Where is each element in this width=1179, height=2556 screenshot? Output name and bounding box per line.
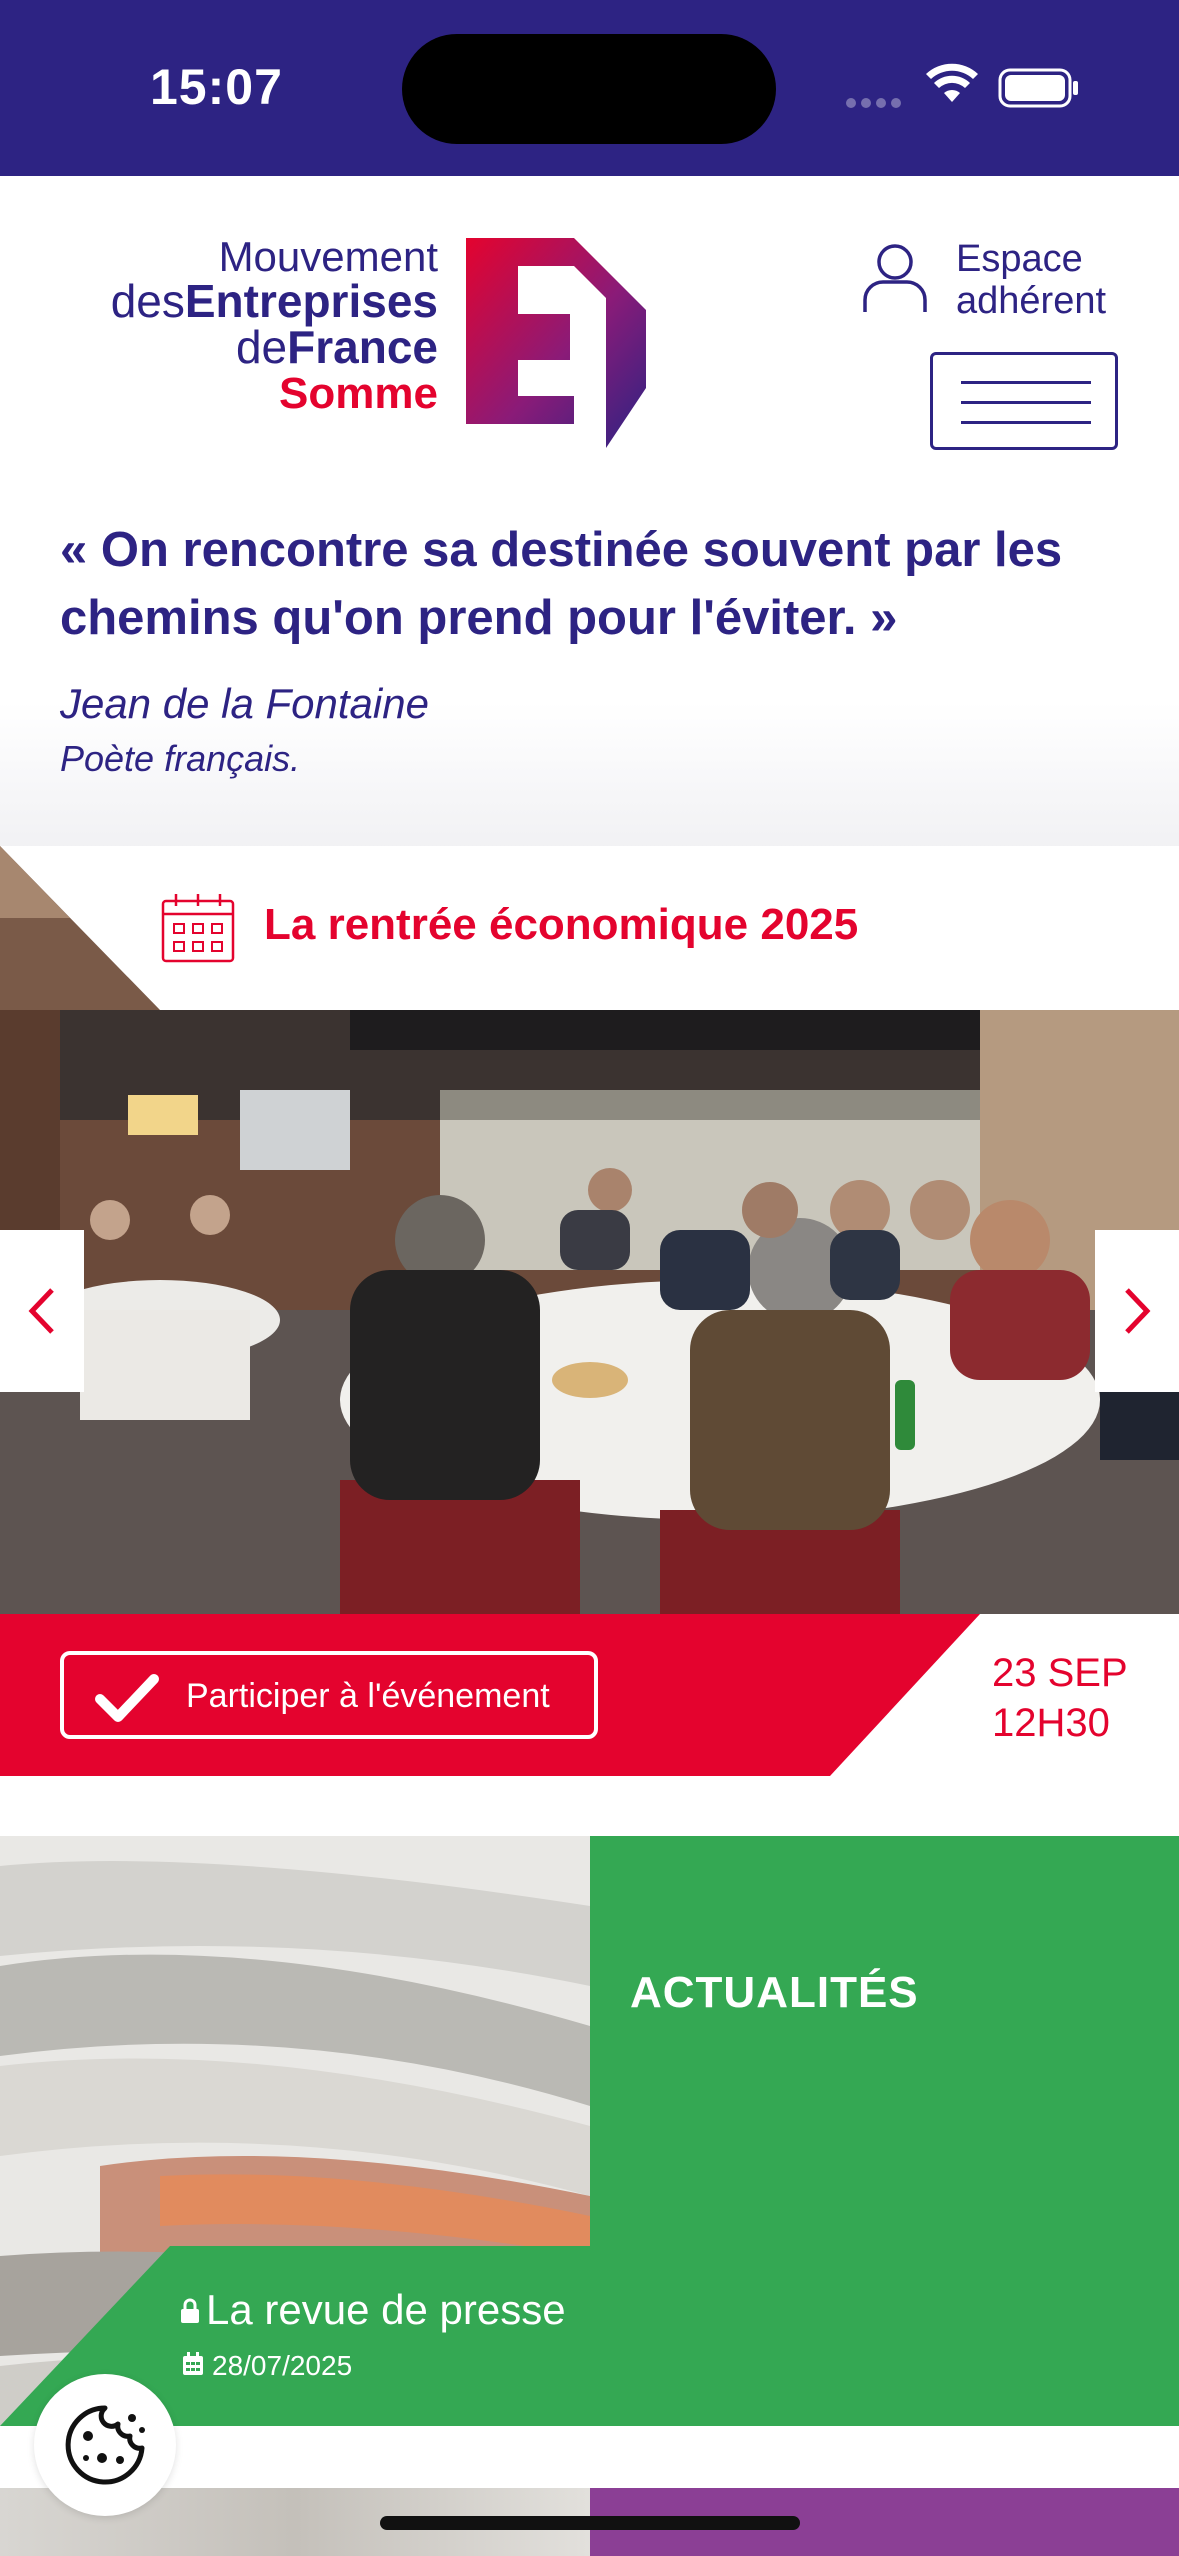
logo-e-mark-icon: [466, 238, 646, 448]
carousel-prev-button[interactable]: [0, 1230, 84, 1392]
participate-button[interactable]: Participer à l'événement: [60, 1651, 598, 1739]
quote-author: Jean de la Fontaine: [60, 680, 429, 727]
news-item-title: La revue de presse: [206, 2286, 566, 2333]
wifi-icon: [926, 63, 978, 102]
dynamic-island: [402, 34, 776, 144]
calendar-mini-icon: [183, 2352, 203, 2375]
calendar-icon: [161, 894, 235, 963]
carousel-next-button[interactable]: [1095, 1230, 1179, 1392]
quote-text: « On rencontre sa destinée souvent par l…: [60, 523, 1063, 645]
member-area-label: Espace adhérent: [956, 238, 1107, 322]
cookie-icon: [65, 2405, 145, 2485]
status-bar: 15:07: [0, 0, 1179, 176]
chevron-right-icon: [1125, 1288, 1151, 1334]
news-item-band[interactable]: [0, 2246, 1179, 2426]
corner-photo-fragment: [0, 846, 160, 1010]
home-indicator[interactable]: [380, 2516, 800, 2530]
card-separator: [0, 2426, 1179, 2488]
signal-dots-icon: [846, 95, 906, 108]
chevron-left-icon: [28, 1288, 54, 1334]
participate-label: Participer à l'événement: [186, 1677, 550, 1715]
quote-section: « On rencontre sa destinée souvent par l…: [0, 480, 1179, 850]
event-photo[interactable]: [0, 1010, 1179, 1622]
event-date: 23 SEP 12H30: [992, 1651, 1128, 1745]
news-heading: ACTUALITÉS: [630, 1968, 919, 2017]
event-header[interactable]: La rentrée économique 2025: [0, 846, 1179, 1010]
battery-icon: [998, 68, 1078, 108]
lock-icon: [181, 2298, 199, 2323]
news-item-date: 28/07/2025: [212, 2350, 353, 2381]
medef-somme-logo[interactable]: Mouvement desEntreprises deFrance Somme: [60, 233, 660, 448]
member-area-link[interactable]: Espace adhérent: [862, 238, 1122, 328]
hamburger-menu-button[interactable]: [930, 352, 1118, 450]
cookie-settings-button[interactable]: [34, 2374, 176, 2516]
logo-text: Mouvement desEntreprises deFrance Somme: [110, 233, 438, 418]
event-title: La rentrée économique 2025: [264, 900, 859, 949]
news-panel[interactable]: ACTUALITÉS: [590, 1836, 1179, 2246]
user-icon: [863, 244, 927, 312]
checkmark-icon: [95, 1674, 159, 1722]
quote-author-role: Poète français.: [60, 738, 301, 779]
status-time: 15:07: [150, 59, 283, 115]
